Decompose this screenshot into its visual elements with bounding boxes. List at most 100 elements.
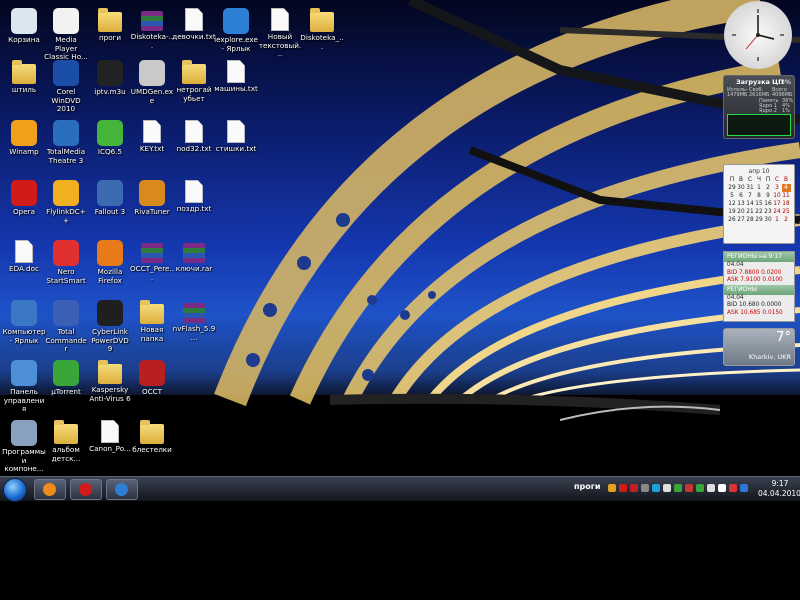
calendar-day[interactable]: 27 (737, 216, 746, 224)
desktop-icon[interactable]: стишки.txt (214, 118, 258, 174)
tray-icon[interactable] (729, 484, 737, 492)
desktop-icon[interactable]: ICQ6.5 (88, 118, 132, 174)
calendar-day[interactable]: 12 (728, 200, 737, 208)
calendar-day[interactable]: 23 (764, 208, 773, 216)
desktop-icon[interactable]: Winamp (2, 118, 46, 174)
calendar-day[interactable]: 21 (746, 208, 755, 216)
tray-icon[interactable] (740, 484, 748, 492)
desktop-icon[interactable]: нетрогай убьет (172, 58, 216, 114)
desktop-icon[interactable]: OCCT_Pere... (130, 238, 174, 294)
desktop-icon[interactable]: FlylinkDC++ (44, 178, 88, 234)
desktop-icon[interactable]: Компьютер - Ярлык (2, 298, 46, 354)
calendar-day[interactable]: 16 (764, 200, 773, 208)
calendar-day[interactable]: 17 (773, 200, 782, 208)
desktop-icon[interactable]: UMDGen.exe (130, 58, 174, 114)
tray-folder-label[interactable]: проги (574, 482, 601, 491)
desktop-icon[interactable]: TotalMedia Theatre 3 (44, 118, 88, 174)
calendar-day[interactable]: 20 (737, 208, 746, 216)
taskbar-button-opera[interactable] (70, 479, 102, 500)
calendar-day[interactable]: 13 (737, 200, 746, 208)
calendar-day[interactable]: 1 (773, 216, 782, 224)
calendar-day[interactable]: 9 (764, 192, 773, 200)
desktop-icon[interactable]: Media Player Classic Ho... (44, 6, 88, 62)
calendar-day[interactable]: 29 (728, 184, 737, 192)
desktop-icon[interactable]: Панель управления (2, 358, 46, 414)
calendar-day[interactable]: 26 (728, 216, 737, 224)
calendar-day[interactable]: 6 (737, 192, 746, 200)
desktop-icon[interactable]: Nero StartSmart (44, 238, 88, 294)
desktop-icon[interactable]: Корзина (2, 6, 46, 62)
tray-icon[interactable] (685, 484, 693, 492)
tray-icon[interactable] (630, 484, 638, 492)
desktop-icon[interactable]: ключи.rar (172, 238, 216, 294)
tray-icon[interactable] (641, 484, 649, 492)
desktop-icon[interactable]: iptv.m3u (88, 58, 132, 114)
calendar-day[interactable]: 5 (728, 192, 737, 200)
desktop-icon[interactable]: nod32.txt (172, 118, 216, 174)
calendar-day[interactable]: 7 (746, 192, 755, 200)
currency-gadget[interactable]: РЕГИОНЫ на 9:17 04.04 BID 7.8800 0.0200 … (723, 251, 795, 322)
desktop-icon[interactable]: KEY.txt (130, 118, 174, 174)
taskbar-button-mail-agent[interactable] (34, 479, 66, 500)
desktop-icon[interactable]: Opera (2, 178, 46, 234)
calendar-day[interactable]: 30 (737, 184, 746, 192)
calendar-day[interactable]: 1 (755, 184, 764, 192)
desktop-icon[interactable]: RivaTuner (130, 178, 174, 234)
calendar-day[interactable]: 14 (746, 200, 755, 208)
desktop-icon[interactable]: Программы и компоне... (2, 418, 46, 474)
calendar-day[interactable]: 29 (755, 216, 764, 224)
desktop-icon[interactable]: Corel WinDVD 2010 (44, 58, 88, 114)
calendar-day[interactable]: 19 (728, 208, 737, 216)
desktop-icon[interactable]: Total Commander (44, 298, 88, 354)
calendar-day[interactable]: 31 (746, 184, 755, 192)
calendar-day[interactable]: 11 (782, 192, 791, 200)
desktop-icon[interactable]: поздр.txt (172, 178, 216, 234)
tray-date[interactable]: 04.04.2010 (758, 489, 800, 498)
calendar-day[interactable]: 25 (782, 208, 791, 216)
desktop-icon[interactable]: девочки.txt (172, 6, 216, 62)
desktop-icon[interactable]: альбом детск... (44, 418, 88, 474)
tray-icon[interactable] (608, 484, 616, 492)
desktop-icon[interactable]: Kaspersky Anti-Virus 6 (88, 358, 132, 414)
desktop-icon[interactable]: Mozilla Firefox (88, 238, 132, 294)
calendar-day[interactable]: 15 (755, 200, 764, 208)
desktop-icon[interactable]: nvFlash_5.9... (172, 298, 216, 354)
desktop-icon[interactable]: машины.txt (214, 58, 258, 114)
calendar-day[interactable]: 24 (773, 208, 782, 216)
desktop-icon[interactable]: Новый текстовый... (258, 6, 302, 62)
clock-gadget[interactable] (724, 1, 792, 69)
desktop-icon[interactable]: µTorrent (44, 358, 88, 414)
calendar-day[interactable]: 2 (764, 184, 773, 192)
desktop-icon[interactable]: CyberLink PowerDVD 9 (88, 298, 132, 354)
desktop-icon[interactable]: штиль (2, 58, 46, 114)
cpu-meter-gadget[interactable]: Загрузка ЦП 3% Исполь- Своб. Всего 1479М… (723, 75, 795, 139)
desktop-icon[interactable]: EDA.doc (2, 238, 46, 294)
desktop-icon[interactable]: Новая папка (130, 298, 174, 354)
calendar-gadget[interactable]: апр 10 П В С Ч П С В 29 30 31 1 2 3 4 5 6 7 8 9 10 11 12 13 14 1… (723, 164, 795, 244)
taskbar-button-ie[interactable] (106, 479, 138, 500)
tray-icon[interactable] (619, 484, 627, 492)
desktop-icon[interactable]: блестелки (130, 418, 174, 474)
calendar-day[interactable]: 30 (764, 216, 773, 224)
tray-icon[interactable] (663, 484, 671, 492)
tray-icon[interactable] (652, 484, 660, 492)
desktop-icon[interactable]: Canon_Po... (88, 418, 132, 474)
calendar-day[interactable]: 10 (773, 192, 782, 200)
weather-gadget[interactable]: 7° Kharkiv, UKR (723, 328, 795, 366)
calendar-day[interactable]: 28 (746, 216, 755, 224)
tray-icon[interactable] (674, 484, 682, 492)
tray-icon[interactable] (707, 484, 715, 492)
start-button[interactable] (3, 478, 27, 502)
calendar-day[interactable]: 18 (782, 200, 791, 208)
calendar-day[interactable]: 4 (781, 184, 791, 192)
calendar-day[interactable]: 3 (773, 184, 782, 192)
tray-time[interactable]: 9:17 (762, 479, 798, 488)
calendar-day[interactable]: 8 (755, 192, 764, 200)
desktop-icon[interactable]: iexplore.exe - Ярлык (214, 6, 258, 62)
tray-icon[interactable] (718, 484, 726, 492)
desktop-icon[interactable]: Diskoteka_... (300, 6, 344, 62)
desktop-icon[interactable]: Fallout 3 (88, 178, 132, 234)
tray-icon[interactable] (696, 484, 704, 492)
desktop-icon[interactable]: OCCT (130, 358, 174, 414)
calendar-day[interactable]: 2 (782, 216, 791, 224)
